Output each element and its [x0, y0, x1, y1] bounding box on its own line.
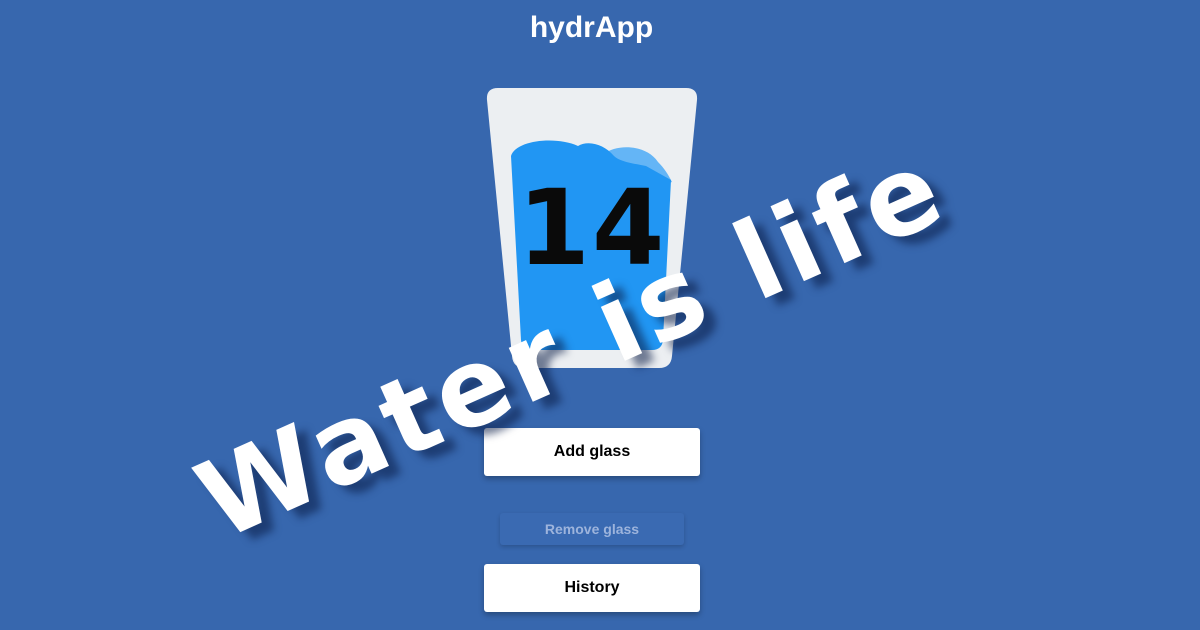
add-glass-button[interactable]: Add glass [484, 428, 700, 476]
app-title: hydrApp [529, 11, 654, 44]
water-glass-icon: 14 [486, 88, 698, 370]
glass-count: 14 [517, 167, 667, 289]
history-button[interactable]: History [484, 564, 700, 612]
remove-glass-button[interactable]: Remove glass [500, 513, 684, 545]
